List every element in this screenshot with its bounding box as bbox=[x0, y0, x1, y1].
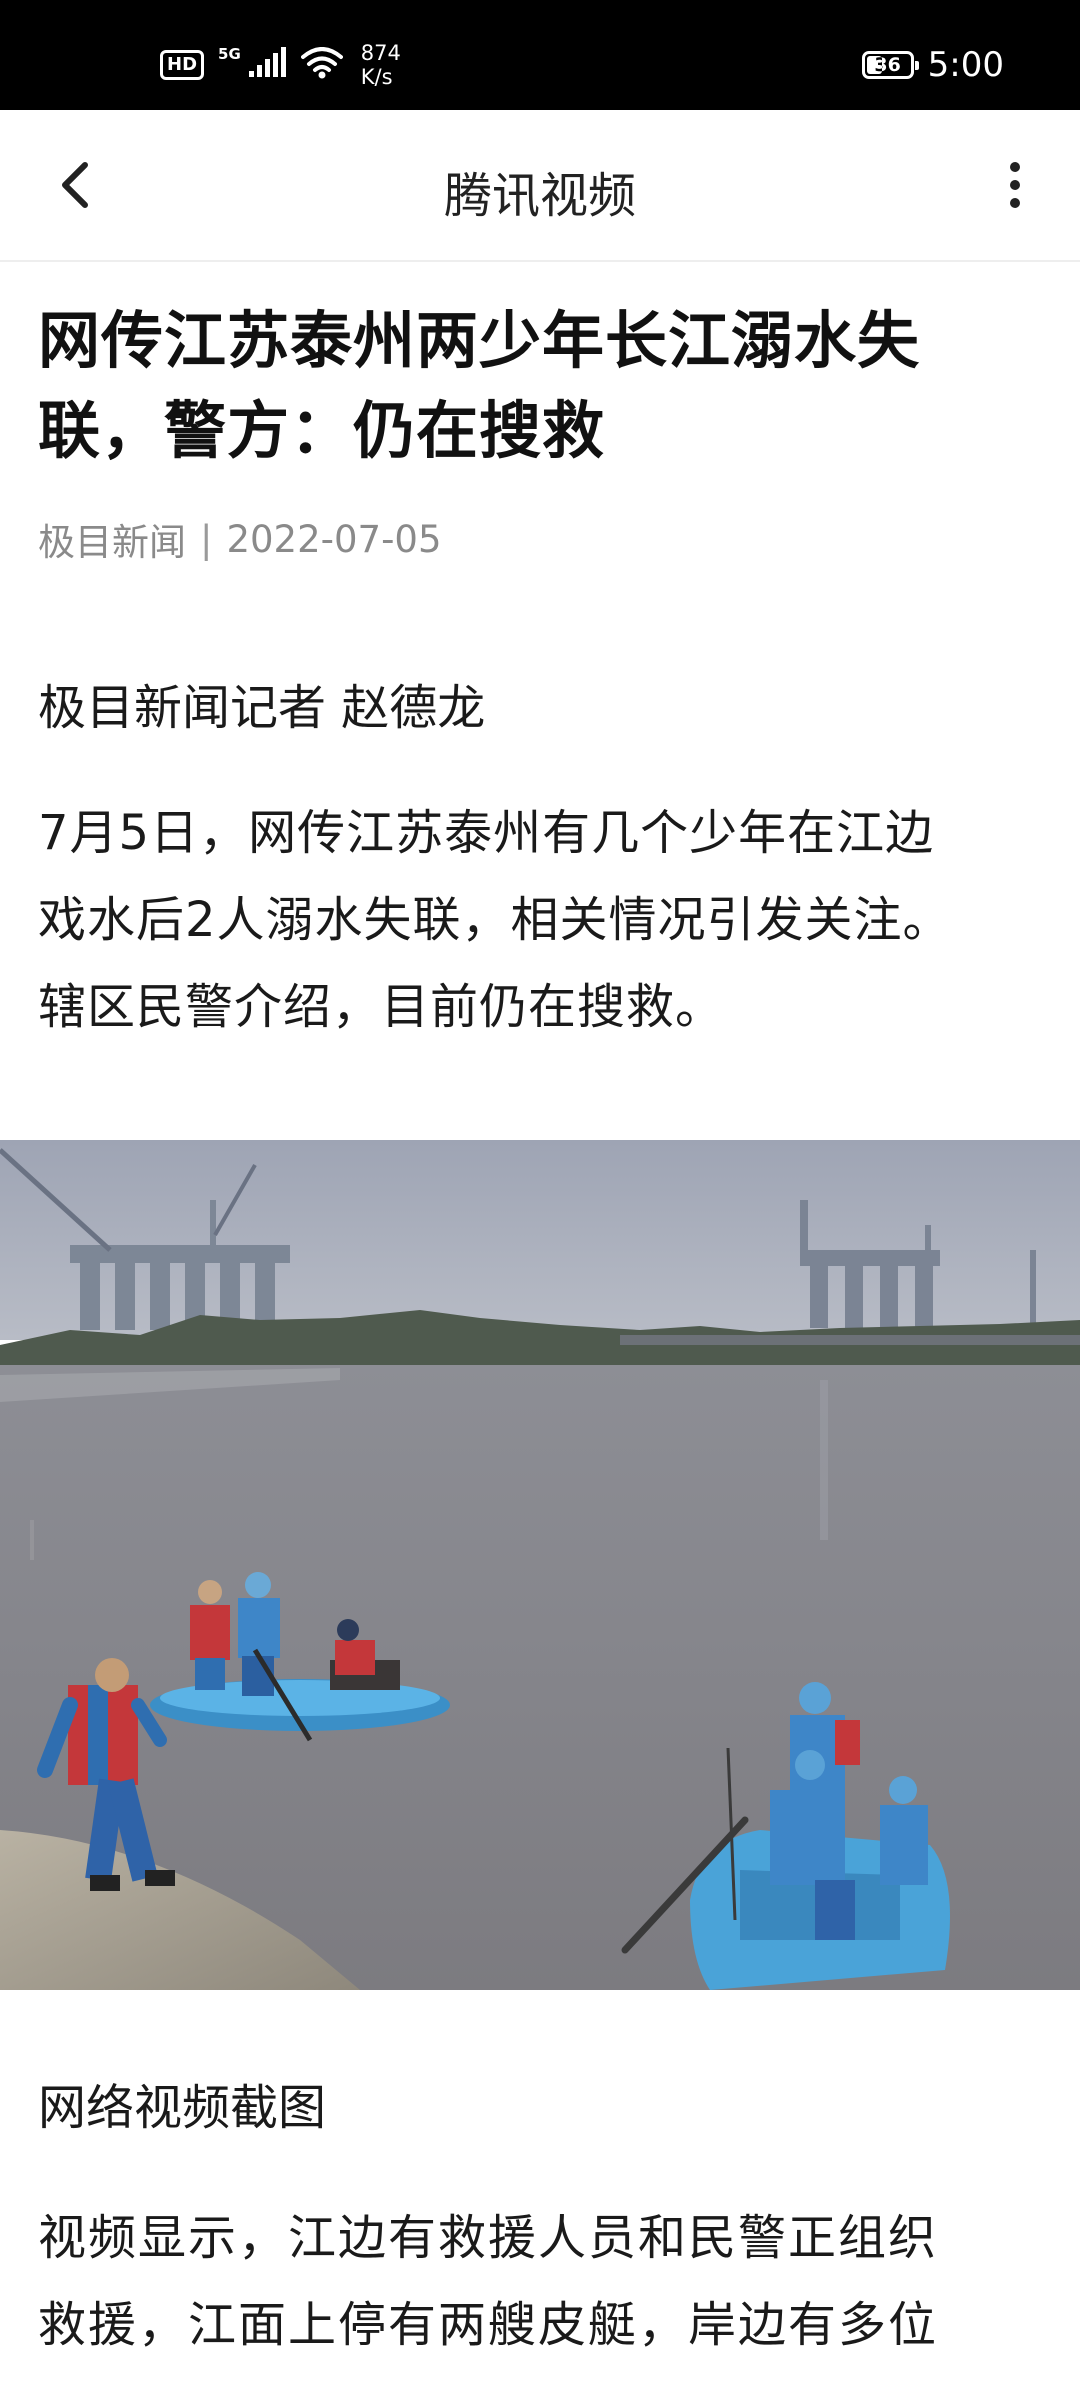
paragraph-line: 救援，江面上停有两艘皮艇，岸边有多位 bbox=[38, 2297, 939, 2353]
headline-line: 联，警方：仍在搜救 bbox=[38, 394, 606, 467]
speed-value: 874 bbox=[360, 41, 401, 65]
more-vertical-icon bbox=[1010, 162, 1020, 208]
status-right: 36 5:00 bbox=[861, 40, 1004, 90]
battery-percent: 36 bbox=[874, 54, 901, 76]
article-paragraph: 视频显示，江边有救援人员和民警正组织 救援，江面上停有两艘皮艇，岸边有多位 bbox=[38, 2195, 1048, 2369]
paragraph-line: 戏水后2人溺水失联，相关情况引发关注。 bbox=[38, 892, 952, 948]
signal-icon bbox=[247, 47, 287, 83]
article-date: 2022-07-05 bbox=[226, 517, 442, 561]
article-photo[interactable] bbox=[0, 1140, 1080, 1990]
more-button[interactable] bbox=[980, 150, 1050, 220]
article-byline: 极目新闻记者 赵德龙 bbox=[38, 680, 486, 736]
nav-title: 腾讯视频 bbox=[443, 168, 636, 224]
meta-separator: | bbox=[200, 517, 213, 561]
article-headline: 网传江苏泰州两少年长江溺水失 联，警方：仍在搜救 bbox=[38, 296, 1048, 476]
hd-badge: HD bbox=[160, 50, 205, 80]
river-rescue-photo bbox=[0, 1140, 1080, 1990]
article: 网传江苏泰州两少年长江溺水失 联，警方：仍在搜救 极目新闻 | 2022-07-… bbox=[38, 262, 1048, 1051]
article-meta: 极目新闻 | 2022-07-05 bbox=[38, 512, 1048, 566]
paragraph-line: 辖区民警介绍，目前仍在搜救。 bbox=[38, 979, 725, 1035]
article-paragraph: 7月5日，网传江苏泰州有几个少年在江边 戏水后2人溺水失联，相关情况引发关注。 … bbox=[38, 790, 1048, 1051]
nav-bar: 腾讯视频 bbox=[0, 110, 1080, 262]
headline-line: 网传江苏泰州两少年长江溺水失 bbox=[38, 304, 921, 377]
photo-caption: 网络视频截图 bbox=[38, 2080, 327, 2136]
network-speed: 874 K/s bbox=[361, 41, 401, 89]
clock: 5:00 bbox=[927, 45, 1004, 85]
status-bar: HD 5G 874 K/s 36 5:00 bbox=[0, 0, 1080, 110]
article-source[interactable]: 极目新闻 bbox=[38, 512, 186, 566]
speed-unit: K/s bbox=[360, 65, 393, 89]
network-type: 5G bbox=[218, 45, 241, 63]
paragraph-line: 视频显示，江边有救援人员和民警正组织 bbox=[38, 2210, 939, 2266]
paragraph-line: 7月5日，网传江苏泰州有几个少年在江边 bbox=[38, 805, 935, 861]
status-left: HD 5G 874 K/s bbox=[160, 40, 401, 90]
battery-icon: 36 bbox=[861, 51, 919, 79]
wifi-icon bbox=[300, 47, 343, 83]
